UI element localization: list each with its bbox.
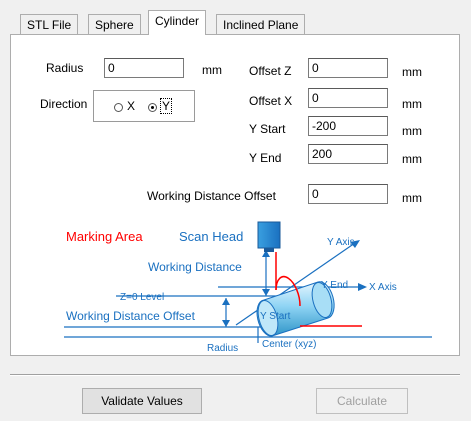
- radius-text: Radius: [207, 343, 238, 354]
- scan-head-lens: [264, 248, 274, 252]
- marking-area-text: Marking Area: [66, 229, 143, 244]
- wd-arrow-down: [262, 289, 270, 296]
- working-distance-text: Working Distance: [148, 260, 242, 274]
- cylinder-diagram: Marking Area Scan Head Y Axis Working Di…: [64, 221, 432, 354]
- center-xyz-text: Center (xyz): [262, 339, 316, 350]
- button-separator: [10, 374, 460, 376]
- y-end-text: Y End: [321, 280, 348, 291]
- z0-level-text: Z=0 Level: [120, 292, 164, 303]
- y-axis-text: Y Axis: [327, 237, 355, 248]
- scan-head-body: [257, 221, 281, 249]
- validate-values-button[interactable]: Validate Values: [82, 388, 202, 414]
- wd-offset-text: Working Distance Offset: [66, 309, 196, 323]
- calculate-button[interactable]: Calculate: [316, 388, 408, 414]
- y-start-text: Y Start: [260, 311, 291, 322]
- wdo-arrow-up: [222, 298, 230, 305]
- x-axis-text: X Axis: [369, 282, 397, 293]
- wdo-arrow-down: [222, 320, 230, 327]
- scan-head-text: Scan Head: [179, 229, 243, 244]
- x-axis-arrowhead: [358, 283, 367, 291]
